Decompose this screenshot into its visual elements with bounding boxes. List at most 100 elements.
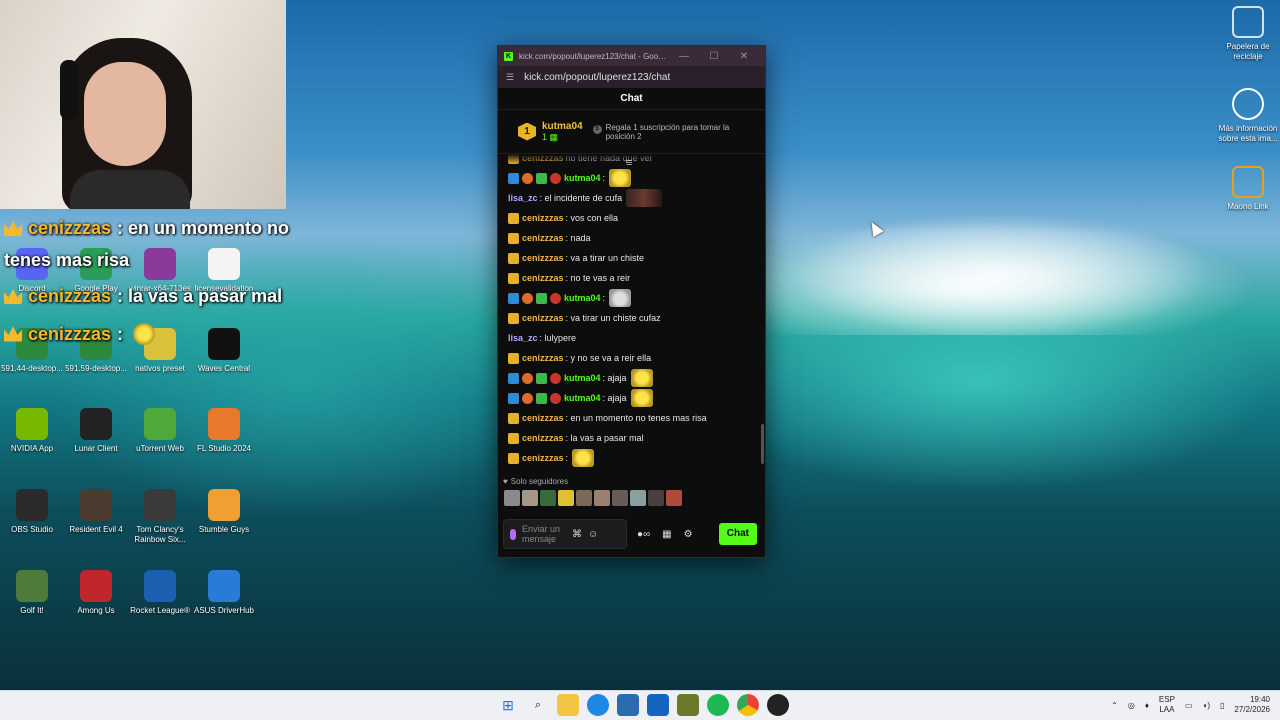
viewer-avatar[interactable] — [630, 490, 646, 506]
emote-icon[interactable] — [630, 369, 653, 387]
clock[interactable]: 19:40 27/2/2026 — [1234, 695, 1270, 715]
desktop-icon[interactable]: Maono Link — [1213, 166, 1280, 212]
chat-message[interactable]: kutma04: — [508, 168, 755, 188]
desktop-icon[interactable]: OBS Studio — [0, 489, 67, 535]
site-settings-icon[interactable]: ☰ — [506, 72, 514, 83]
chevron-up-icon[interactable]: ⌃ — [1111, 701, 1118, 710]
chat-message[interactable]: cenizzzas: no te vas a reir — [508, 268, 755, 288]
viewer-avatar[interactable] — [666, 490, 682, 506]
chat-username[interactable]: cenizzzas — [522, 433, 564, 443]
chat-scrollbar[interactable] — [761, 424, 764, 464]
kick-emote-icon[interactable]: ⌘ — [572, 529, 582, 540]
desktop-icon[interactable]: Golf It! — [0, 570, 67, 616]
desktop-icon[interactable]: Más información sobre esta ima... — [1213, 88, 1280, 144]
chat-username[interactable]: cenizzzas — [522, 353, 564, 363]
obs-taskbar-icon[interactable] — [767, 694, 789, 716]
battery-icon[interactable]: ▯ — [1220, 701, 1224, 710]
spotify-icon[interactable] — [707, 694, 729, 716]
chat-username[interactable]: kutma04 — [564, 293, 601, 303]
chat-message[interactable]: cenizzzas: la vas a pasar mal — [508, 428, 755, 448]
viewer-avatar[interactable] — [504, 490, 520, 506]
desktop-icon[interactable]: NVIDIA App — [0, 408, 67, 454]
chat-username[interactable]: kutma04 — [564, 373, 601, 383]
gear-icon[interactable]: ⚙ — [684, 529, 693, 540]
emoji-icon[interactable]: ☺ — [588, 529, 598, 540]
desktop-icon[interactable]: uTorrent Web — [125, 408, 195, 454]
emote-icon[interactable] — [609, 289, 632, 307]
chat-input[interactable]: Enviar un mensaje ⌘ ☺ — [503, 519, 627, 549]
chat-message[interactable]: kutma04: — [508, 288, 755, 308]
store-icon[interactable] — [617, 694, 639, 716]
outlook-icon[interactable] — [647, 694, 669, 716]
gift-leaderboard[interactable]: 1 kutma04 1 ▦ $ Regala 1 suscripción par… — [498, 110, 765, 154]
emote-icon[interactable] — [609, 169, 632, 187]
desktop-icon[interactable]: Waves Central — [189, 328, 259, 374]
desktop-icon[interactable]: FL Studio 2024 — [189, 408, 259, 454]
emote-icon[interactable] — [626, 189, 663, 207]
address-bar[interactable]: ☰ kick.com/popout/luperez123/chat — [498, 66, 765, 88]
emote-icon[interactable] — [572, 449, 595, 467]
chat-message[interactable]: cenizzzas: en un momento no tenes mas ri… — [508, 408, 755, 428]
window-titlebar[interactable]: K kick.com/popout/luperez123/chat - Goog… — [498, 46, 765, 66]
chat-username[interactable]: cenizzzas — [522, 313, 564, 323]
desktop-icon[interactable]: Tom Clancy's Rainbow Six... — [125, 489, 195, 545]
chat-username[interactable]: cenizzzas — [522, 453, 564, 463]
chat-message[interactable]: lisa_zc: el incidente de cufa — [508, 188, 755, 208]
desktop-icon[interactable]: Among Us — [61, 570, 131, 616]
language-indicator[interactable]: ESP LAA — [1159, 695, 1175, 715]
desktop-icon-label: uTorrent Web — [136, 444, 184, 453]
chat-message[interactable]: cenizzzas: — [508, 448, 755, 468]
viewer-avatar[interactable] — [540, 490, 556, 506]
chat-messages[interactable]: cenizzzasno tiene nada que verkutma04:li… — [498, 154, 765, 474]
chat-username[interactable]: kutma04 — [564, 393, 601, 403]
desktop-icon[interactable]: Lunar Client — [61, 408, 131, 454]
maximize-icon[interactable]: ☐ — [699, 51, 729, 62]
chat-message[interactable]: cenizzzas: y no se va a reir ella — [508, 348, 755, 368]
chrome-icon[interactable] — [737, 694, 759, 716]
desktop-icon[interactable]: ASUS DriverHub — [189, 570, 259, 616]
chat-username[interactable]: kutma04 — [564, 173, 601, 183]
file-explorer-icon[interactable] — [557, 694, 579, 716]
viewer-avatar[interactable] — [594, 490, 610, 506]
pin-toggle-icon[interactable]: ≡ — [626, 157, 632, 169]
desktop-icon[interactable]: Rocket League® — [125, 570, 195, 616]
viewer-avatar[interactable] — [612, 490, 628, 506]
chat-username[interactable]: cenizzzas — [522, 233, 564, 243]
points-icon[interactable]: ●∞ — [637, 529, 650, 540]
viewer-avatar[interactable] — [576, 490, 592, 506]
display-icon[interactable]: ▭ — [1185, 701, 1193, 710]
mic-icon[interactable] — [510, 528, 516, 540]
chat-username[interactable]: cenizzzas — [522, 253, 564, 263]
chat-message[interactable]: cenizzzas: nada — [508, 228, 755, 248]
viewer-avatar[interactable] — [522, 490, 538, 506]
desktop-icon[interactable]: Resident Evil 4 — [61, 489, 131, 535]
close-icon[interactable]: ✕ — [729, 51, 759, 62]
viewer-avatar[interactable] — [558, 490, 574, 506]
minimize-icon[interactable]: — — [669, 51, 699, 62]
volume-icon[interactable]: ◖) — [1203, 701, 1211, 710]
minecraft-icon[interactable] — [677, 694, 699, 716]
desktop-icon[interactable]: Stumble Guys — [189, 489, 259, 535]
search-icon[interactable]: ⌕ — [527, 694, 549, 716]
chat-username[interactable]: cenizzzas — [522, 273, 564, 283]
gift-box-icon[interactable]: ▦ — [662, 529, 671, 540]
mic-tray-icon[interactable]: ♦ — [1145, 701, 1149, 710]
chat-message[interactable]: lisa_zc: lulypere — [508, 328, 755, 348]
chat-username[interactable]: lisa_zc — [508, 333, 538, 343]
emote-icon[interactable] — [630, 389, 653, 407]
edge-icon[interactable] — [587, 694, 609, 716]
chat-username[interactable]: cenizzzas — [522, 213, 564, 223]
send-chat-button[interactable]: Chat — [718, 523, 757, 545]
desktop-icon[interactable]: Papelera de reciclaje — [1213, 6, 1280, 62]
network-icon[interactable]: ◎ — [1128, 701, 1135, 710]
chat-message[interactable]: kutma04: ajaja — [508, 368, 755, 388]
chat-message[interactable]: cenizzzas: va tirar un chiste cufaz — [508, 308, 755, 328]
windows-start-icon[interactable]: ⊞ — [497, 694, 519, 716]
viewer-avatar[interactable] — [648, 490, 664, 506]
chat-username[interactable]: lisa_zc — [508, 193, 538, 203]
obs-icon — [16, 489, 48, 521]
chat-message[interactable]: kutma04: ajaja — [508, 388, 755, 408]
chat-message[interactable]: cenizzzas: vos con ella — [508, 208, 755, 228]
chat-username[interactable]: cenizzzas — [522, 413, 564, 423]
chat-message[interactable]: cenizzzas: va a tirar un chiste — [508, 248, 755, 268]
